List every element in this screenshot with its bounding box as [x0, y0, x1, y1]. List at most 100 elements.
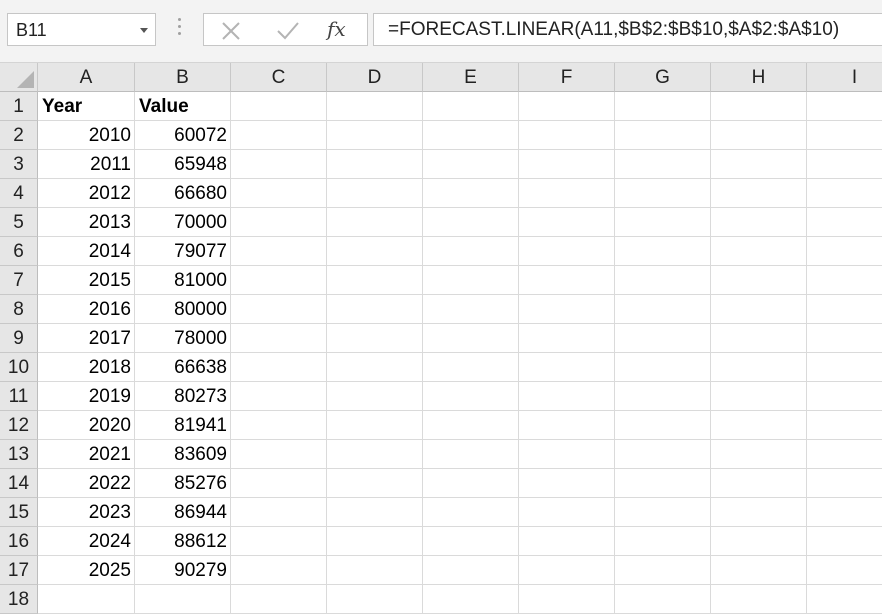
- cell-g11[interactable]: [615, 382, 711, 411]
- cell-h16[interactable]: [711, 527, 807, 556]
- row-header-4[interactable]: 4: [0, 179, 38, 208]
- cell-b15[interactable]: 86944: [135, 498, 231, 527]
- cell-c2[interactable]: [231, 121, 327, 150]
- cell-d5[interactable]: [327, 208, 423, 237]
- cell-a17[interactable]: 2025: [38, 556, 135, 585]
- cell-f5[interactable]: [519, 208, 615, 237]
- cell-c11[interactable]: [231, 382, 327, 411]
- cell-f13[interactable]: [519, 440, 615, 469]
- cell-f7[interactable]: [519, 266, 615, 295]
- row-header-8[interactable]: 8: [0, 295, 38, 324]
- cell-i16[interactable]: [807, 527, 882, 556]
- cell-e18[interactable]: [423, 585, 519, 614]
- cell-a7[interactable]: 2015: [38, 266, 135, 295]
- cell-g16[interactable]: [615, 527, 711, 556]
- cell-i14[interactable]: [807, 469, 882, 498]
- cell-e8[interactable]: [423, 295, 519, 324]
- cell-d15[interactable]: [327, 498, 423, 527]
- cell-b5[interactable]: 70000: [135, 208, 231, 237]
- cell-f15[interactable]: [519, 498, 615, 527]
- cell-i7[interactable]: [807, 266, 882, 295]
- cell-h14[interactable]: [711, 469, 807, 498]
- cell-c18[interactable]: [231, 585, 327, 614]
- cell-b7[interactable]: 81000: [135, 266, 231, 295]
- cell-e5[interactable]: [423, 208, 519, 237]
- cell-h9[interactable]: [711, 324, 807, 353]
- cell-e1[interactable]: [423, 92, 519, 121]
- cell-b18[interactable]: [135, 585, 231, 614]
- row-header-3[interactable]: 3: [0, 150, 38, 179]
- close-icon[interactable]: [220, 20, 242, 42]
- cell-d18[interactable]: [327, 585, 423, 614]
- cell-f10[interactable]: [519, 353, 615, 382]
- cell-a16[interactable]: 2024: [38, 527, 135, 556]
- cell-g2[interactable]: [615, 121, 711, 150]
- cell-e14[interactable]: [423, 469, 519, 498]
- cell-h11[interactable]: [711, 382, 807, 411]
- cell-g6[interactable]: [615, 237, 711, 266]
- column-header-g[interactable]: G: [615, 63, 711, 92]
- cell-f3[interactable]: [519, 150, 615, 179]
- cell-f6[interactable]: [519, 237, 615, 266]
- cell-g5[interactable]: [615, 208, 711, 237]
- cell-g12[interactable]: [615, 411, 711, 440]
- cell-i6[interactable]: [807, 237, 882, 266]
- cell-c10[interactable]: [231, 353, 327, 382]
- cell-c7[interactable]: [231, 266, 327, 295]
- cell-e11[interactable]: [423, 382, 519, 411]
- cell-i17[interactable]: [807, 556, 882, 585]
- cell-i2[interactable]: [807, 121, 882, 150]
- cell-b10[interactable]: 66638: [135, 353, 231, 382]
- cell-c9[interactable]: [231, 324, 327, 353]
- select-all-button[interactable]: [0, 63, 38, 92]
- cell-c1[interactable]: [231, 92, 327, 121]
- cell-h5[interactable]: [711, 208, 807, 237]
- cell-g10[interactable]: [615, 353, 711, 382]
- cell-d7[interactable]: [327, 266, 423, 295]
- cell-b6[interactable]: 79077: [135, 237, 231, 266]
- row-header-13[interactable]: 13: [0, 440, 38, 469]
- row-header-14[interactable]: 14: [0, 469, 38, 498]
- row-header-17[interactable]: 17: [0, 556, 38, 585]
- cell-d11[interactable]: [327, 382, 423, 411]
- cell-c4[interactable]: [231, 179, 327, 208]
- cell-d9[interactable]: [327, 324, 423, 353]
- cell-e9[interactable]: [423, 324, 519, 353]
- column-header-d[interactable]: D: [327, 63, 423, 92]
- row-header-5[interactable]: 5: [0, 208, 38, 237]
- cell-g4[interactable]: [615, 179, 711, 208]
- drag-handle-icon[interactable]: [178, 18, 182, 42]
- cell-c8[interactable]: [231, 295, 327, 324]
- cell-c15[interactable]: [231, 498, 327, 527]
- cell-f1[interactable]: [519, 92, 615, 121]
- cell-d1[interactable]: [327, 92, 423, 121]
- cell-b13[interactable]: 83609: [135, 440, 231, 469]
- cell-a10[interactable]: 2018: [38, 353, 135, 382]
- cell-c12[interactable]: [231, 411, 327, 440]
- row-header-9[interactable]: 9: [0, 324, 38, 353]
- cell-f4[interactable]: [519, 179, 615, 208]
- cell-h7[interactable]: [711, 266, 807, 295]
- cell-h4[interactable]: [711, 179, 807, 208]
- cell-e2[interactable]: [423, 121, 519, 150]
- cell-c5[interactable]: [231, 208, 327, 237]
- cell-i9[interactable]: [807, 324, 882, 353]
- column-header-c[interactable]: C: [231, 63, 327, 92]
- cell-d8[interactable]: [327, 295, 423, 324]
- cell-i18[interactable]: [807, 585, 882, 614]
- cell-g3[interactable]: [615, 150, 711, 179]
- cell-b8[interactable]: 80000: [135, 295, 231, 324]
- cell-i1[interactable]: [807, 92, 882, 121]
- cell-i10[interactable]: [807, 353, 882, 382]
- cell-e15[interactable]: [423, 498, 519, 527]
- column-header-h[interactable]: H: [711, 63, 807, 92]
- cell-b3[interactable]: 65948: [135, 150, 231, 179]
- row-header-18[interactable]: 18: [0, 585, 38, 614]
- row-header-1[interactable]: 1: [0, 92, 38, 121]
- cell-f9[interactable]: [519, 324, 615, 353]
- cell-h6[interactable]: [711, 237, 807, 266]
- cell-c6[interactable]: [231, 237, 327, 266]
- cell-a3[interactable]: 2011: [38, 150, 135, 179]
- check-icon[interactable]: [276, 20, 300, 42]
- cell-a4[interactable]: 2012: [38, 179, 135, 208]
